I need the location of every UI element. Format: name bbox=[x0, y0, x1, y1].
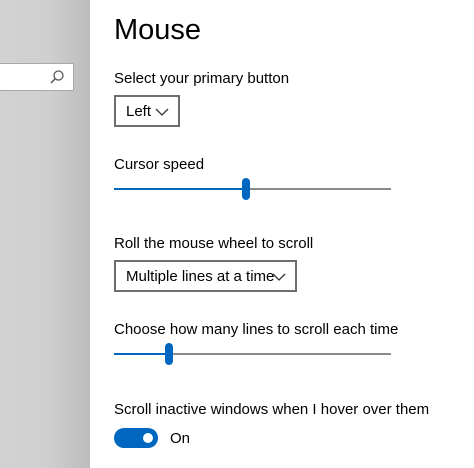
primary-button-dropdown[interactable]: Left bbox=[114, 95, 180, 127]
page-title: Mouse bbox=[114, 14, 202, 46]
slider-thumb[interactable] bbox=[242, 178, 250, 200]
scroll-lines-slider[interactable] bbox=[114, 341, 391, 367]
scroll-lines-label: Choose how many lines to scroll each tim… bbox=[114, 321, 399, 338]
primary-button-value: Left bbox=[126, 102, 152, 120]
cursor-speed-label: Cursor speed bbox=[114, 156, 205, 173]
slider-fill bbox=[114, 188, 246, 190]
scroll-mode-value: Multiple lines at a time bbox=[126, 267, 275, 285]
scroll-mode-dropdown[interactable]: Multiple lines at a time bbox=[114, 260, 297, 292]
search-icon[interactable] bbox=[49, 69, 65, 85]
scroll-mode-label: Roll the mouse wheel to scroll bbox=[114, 235, 314, 252]
toggle-knob bbox=[143, 433, 153, 443]
chevron-down-icon bbox=[155, 108, 169, 116]
primary-button-label: Select your primary button bbox=[114, 70, 290, 87]
slider-fill bbox=[114, 353, 169, 355]
settings-content: Mouse Select your primary button Left Cu… bbox=[114, 0, 474, 468]
toggle-state-text: On bbox=[170, 430, 191, 447]
search-input[interactable] bbox=[0, 63, 74, 91]
inactive-scroll-label: Scroll inactive windows when I hover ove… bbox=[114, 401, 430, 418]
cursor-speed-slider[interactable] bbox=[114, 176, 391, 202]
slider-thumb[interactable] bbox=[165, 343, 173, 365]
chevron-down-icon bbox=[272, 273, 286, 281]
inactive-scroll-toggle[interactable] bbox=[114, 428, 158, 448]
sidebar bbox=[0, 0, 90, 468]
